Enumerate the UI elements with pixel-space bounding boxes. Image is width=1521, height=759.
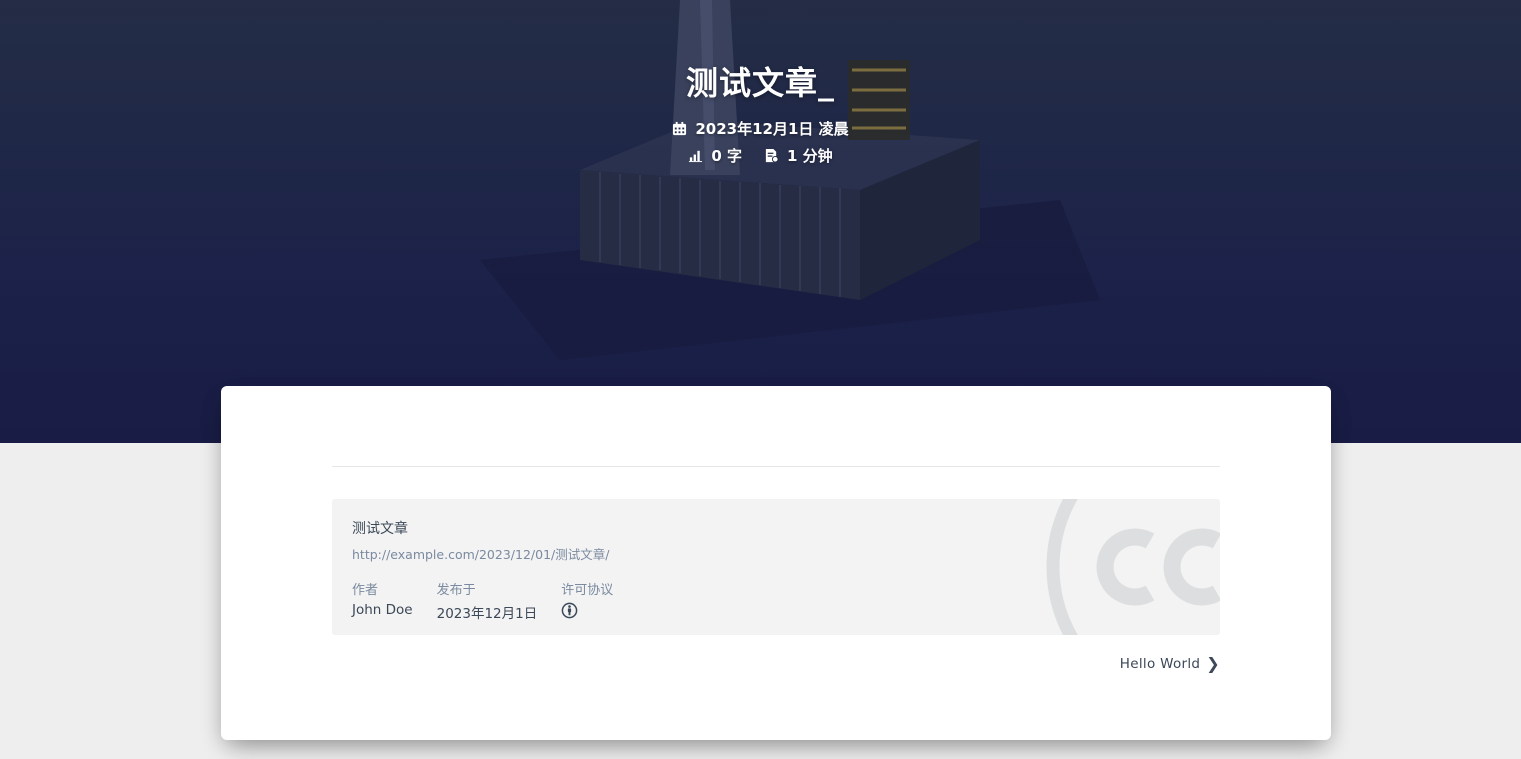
post-card: 测试文章 http://example.com/2023/12/01/测试文章/… — [221, 386, 1331, 740]
word-count: 0 字 — [711, 147, 742, 165]
license-post-title: 测试文章 — [352, 521, 408, 537]
post-title: 测试文章_ — [685, 64, 835, 102]
post-date-row: 2023年12月1日 凌晨 — [0, 118, 1521, 139]
post-stats-row: 0 字 1 分钟 — [0, 145, 1521, 166]
calendar-icon — [673, 121, 687, 136]
hero-banner: 测试文章_ 2023年12月1日 凌晨 0 字 1 分钟 — [0, 0, 1521, 443]
published-label: 发布于 — [436, 583, 476, 598]
published-value: 2023年12月1日 — [436, 606, 538, 622]
license-post-link[interactable]: http://example.com/2023/12/01/测试文章/ — [352, 544, 1200, 563]
next-post-link[interactable]: Hello World ❯ — [1120, 654, 1220, 673]
license-type-label: 许可协议 — [561, 583, 614, 598]
license-box: 测试文章 http://example.com/2023/12/01/测试文章/… — [332, 499, 1220, 635]
read-time: 1 分钟 — [787, 147, 833, 165]
document-icon — [765, 148, 779, 163]
author-label: 作者 — [352, 583, 379, 598]
content-divider — [332, 466, 1220, 467]
next-post-label: Hello World — [1119, 655, 1201, 672]
author-value: John Doe — [352, 602, 413, 618]
published-field: 发布于 2023年12月1日 — [437, 579, 538, 623]
license-type-field: 许可协议 — [561, 579, 613, 623]
license-fields: 作者 John Doe 发布于 2023年12月1日 许可协议 — [352, 579, 1200, 623]
cc-by-icon[interactable] — [561, 602, 578, 619]
chevron-right-icon: ❯ — [1206, 654, 1220, 673]
author-field: 作者 John Doe — [352, 579, 413, 623]
post-date: 2023年12月1日 凌晨 — [695, 120, 849, 138]
bar-chart-icon — [689, 150, 703, 163]
